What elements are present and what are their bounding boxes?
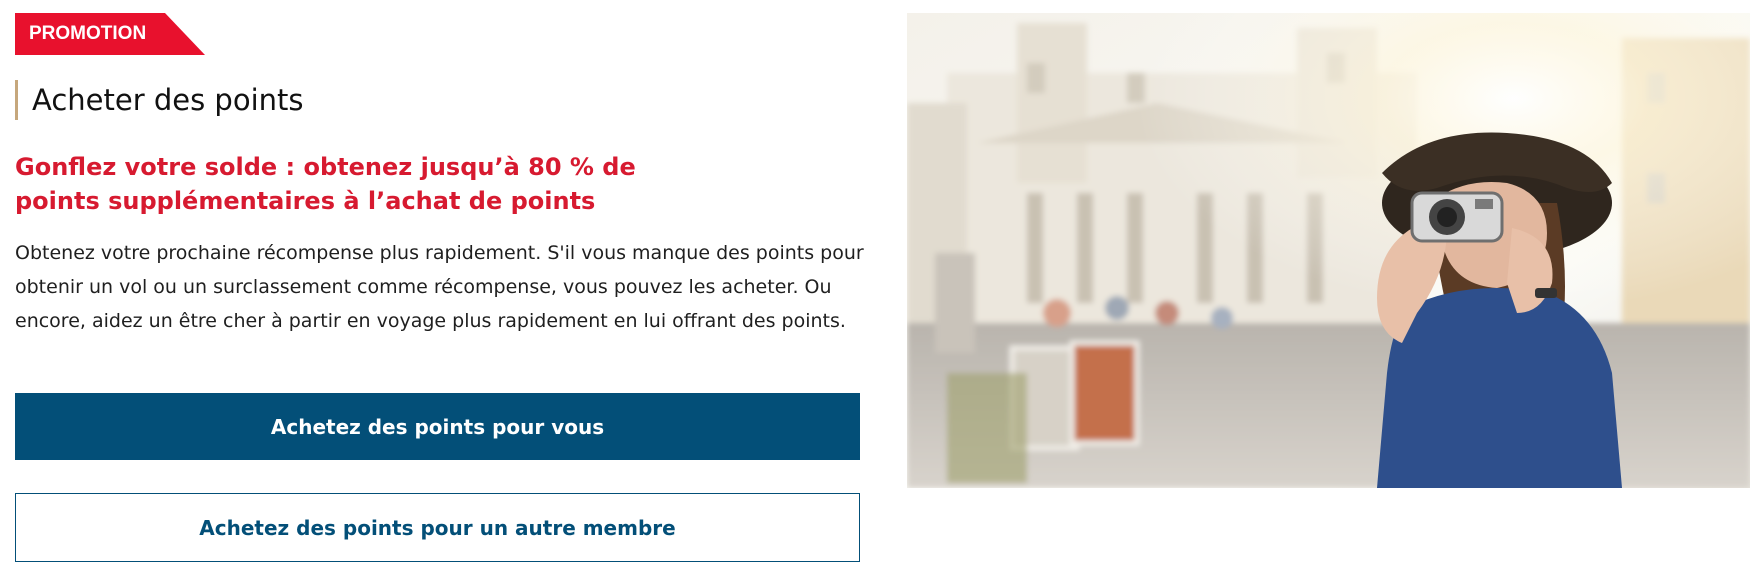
buy-points-for-other-member-button[interactable]: Achetez des points pour un autre membre (15, 493, 860, 562)
promotion-photo (907, 13, 1750, 488)
promotion-description: Obtenez votre prochaine récompense plus … (15, 242, 864, 332)
promotion-panel: PROMOTION Acheter des points Gonflez vot… (15, 13, 864, 562)
section-title: Acheter des points (15, 80, 860, 120)
traveler-photo-illustration (907, 13, 1750, 488)
promotion-badge: PROMOTION (15, 13, 205, 55)
buy-points-for-you-button[interactable]: Achetez des points pour vous (15, 393, 860, 460)
promotion-headline: Gonflez votre solde : obtenez jusqu’à 80… (15, 153, 636, 215)
